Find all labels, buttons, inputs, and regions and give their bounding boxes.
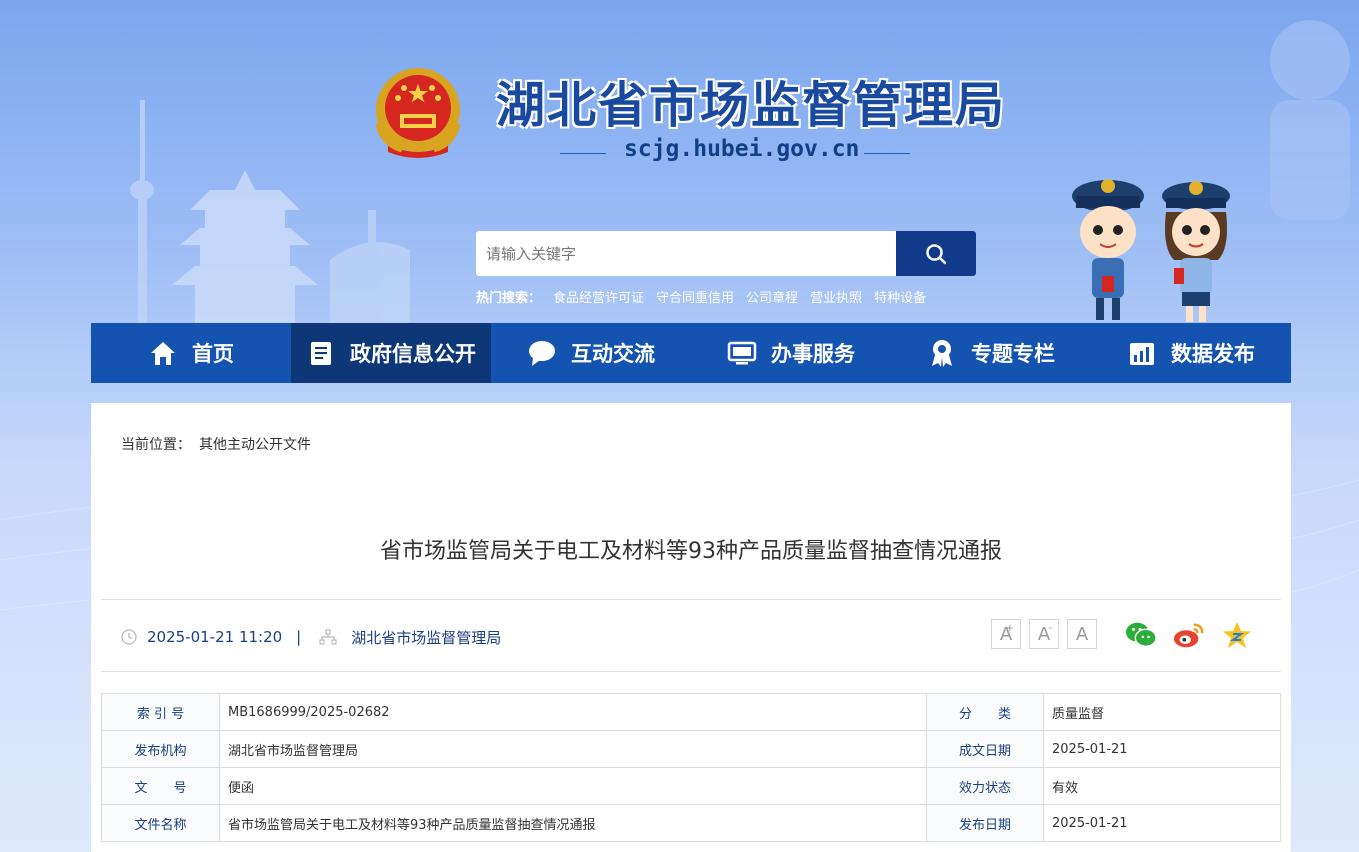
nav-item-data[interactable]: 数据发布: [1091, 323, 1291, 383]
info-label: 发布日期: [926, 804, 1044, 842]
info-label: 索 引 号: [101, 693, 220, 731]
award-icon: [927, 338, 957, 368]
publish-datetime: 2025-01-21 11:20: [147, 628, 283, 646]
table-row: 索 引 号 MB1686999/2025-02682 分 类 质量监督: [101, 693, 1281, 731]
nav-item-label: 专题专栏: [971, 342, 1055, 366]
home-icon: [148, 338, 178, 368]
info-value: MB1686999/2025-02682: [219, 693, 927, 731]
table-row: 发布机构 湖北省市场监督管理局 成文日期 2025-01-21: [101, 730, 1281, 768]
divider: [101, 599, 1281, 600]
clock-icon: [121, 629, 137, 645]
site-domain: scjg.hubei.gov.cn: [624, 136, 860, 162]
font-reset-button[interactable]: A: [1067, 619, 1097, 649]
hot-search-label: 热门搜索：: [476, 291, 542, 306]
table-row: 文 号 便函 效力状态 有效: [101, 767, 1281, 805]
info-value: 便函: [219, 767, 927, 805]
info-value: 2025-01-21: [1043, 730, 1281, 768]
info-value: 质量监督: [1043, 693, 1281, 731]
publish-source: 湖北省市场监督管理局: [351, 628, 502, 647]
info-label: 成文日期: [926, 730, 1044, 768]
org-icon: [319, 629, 337, 645]
chat-icon: [527, 338, 557, 368]
font-size-controls: A + A- A: [991, 619, 1097, 649]
nav-item-label: 政府信息公开: [350, 342, 476, 366]
hot-search-link[interactable]: 营业执照: [810, 287, 862, 306]
hot-search-row: 热门搜索： 食品经营许可证 守合同重信用 公司章程 营业执照 特种设备: [476, 287, 926, 306]
share-bar: [1125, 619, 1253, 651]
search-box: [476, 231, 976, 276]
info-value: 有效: [1043, 767, 1281, 805]
meta-separator: |: [296, 628, 302, 646]
document-info-table: 索 引 号 MB1686999/2025-02682 分 类 质量监督 发布机构…: [101, 693, 1281, 842]
nav-item-label: 办事服务: [771, 342, 855, 366]
weibo-icon[interactable]: [1173, 619, 1205, 651]
info-value: 湖北省市场监督管理局: [219, 730, 927, 768]
domain-line-right: [864, 153, 910, 154]
info-label: 效力状态: [926, 767, 1044, 805]
mascot-illustration: [1072, 179, 1230, 322]
info-label: 分 类: [926, 693, 1044, 731]
divider: [101, 671, 1281, 672]
chart-icon: [1127, 338, 1157, 368]
hot-search-link[interactable]: 公司章程: [746, 287, 798, 306]
font-decrease-button[interactable]: A-: [1029, 619, 1059, 649]
site-domain-row: scjg.hubei.gov.cn: [560, 134, 910, 170]
document-icon: [306, 338, 336, 368]
info-label: 文 号: [101, 767, 220, 805]
nav-item-services[interactable]: 办事服务: [691, 323, 891, 383]
search-input[interactable]: [476, 231, 896, 276]
info-label: 发布机构: [101, 730, 220, 768]
domain-line-left: [560, 153, 606, 154]
hot-search-link[interactable]: 守合同重信用: [656, 287, 734, 306]
breadcrumb-link[interactable]: 其他主动公开文件: [199, 437, 311, 453]
nav-item-home[interactable]: 首页: [91, 323, 291, 383]
breadcrumb: 当前位置： 其他主动公开文件: [121, 434, 311, 454]
qzone-icon[interactable]: [1221, 619, 1253, 651]
wechat-icon[interactable]: [1125, 619, 1157, 651]
hot-search-link[interactable]: 特种设备: [874, 287, 926, 306]
nav-item-topics[interactable]: 专题专栏: [891, 323, 1091, 383]
article-panel: 当前位置： 其他主动公开文件 省市场监管局关于电工及材料等93种产品质量监督抽查情…: [91, 403, 1291, 852]
nav-item-interaction[interactable]: 互动交流: [491, 323, 691, 383]
nav-item-label: 互动交流: [571, 342, 655, 366]
hot-search-link[interactable]: 食品经营许可证: [553, 287, 644, 306]
article-meta: 2025-01-21 11:20 | 湖北省市场监督管理局: [121, 625, 501, 649]
table-row: 文件名称 省市场监管局关于电工及材料等93种产品质量监督抽查情况通报 发布日期 …: [101, 804, 1281, 842]
nav-item-label: 数据发布: [1171, 342, 1255, 366]
national-emblem-logo[interactable]: [372, 64, 464, 160]
nav-item-gov-info[interactable]: 政府信息公开: [291, 323, 491, 383]
info-value: 2025-01-21: [1043, 804, 1281, 842]
article-title: 省市场监管局关于电工及材料等93种产品质量监督抽查情况通报: [380, 539, 1002, 564]
breadcrumb-label: 当前位置：: [121, 437, 191, 453]
site-title: 湖北省市场监督管理局: [496, 77, 1007, 134]
monitor-icon: [727, 338, 757, 368]
search-icon: [926, 243, 947, 264]
nav-item-label: 首页: [192, 342, 234, 366]
search-button[interactable]: [896, 231, 976, 276]
font-increase-button[interactable]: A +: [991, 619, 1021, 649]
info-label: 文件名称: [101, 804, 220, 842]
info-value: 省市场监管局关于电工及材料等93种产品质量监督抽查情况通报: [219, 804, 927, 842]
site-header: 湖北省市场监督管理局 scjg.hubei.gov.cn 热门搜索： 食品经营许…: [0, 0, 1359, 323]
main-nav: 首页 政府信息公开 互动交流 办事服务 专题专栏 数据发布: [91, 323, 1291, 383]
